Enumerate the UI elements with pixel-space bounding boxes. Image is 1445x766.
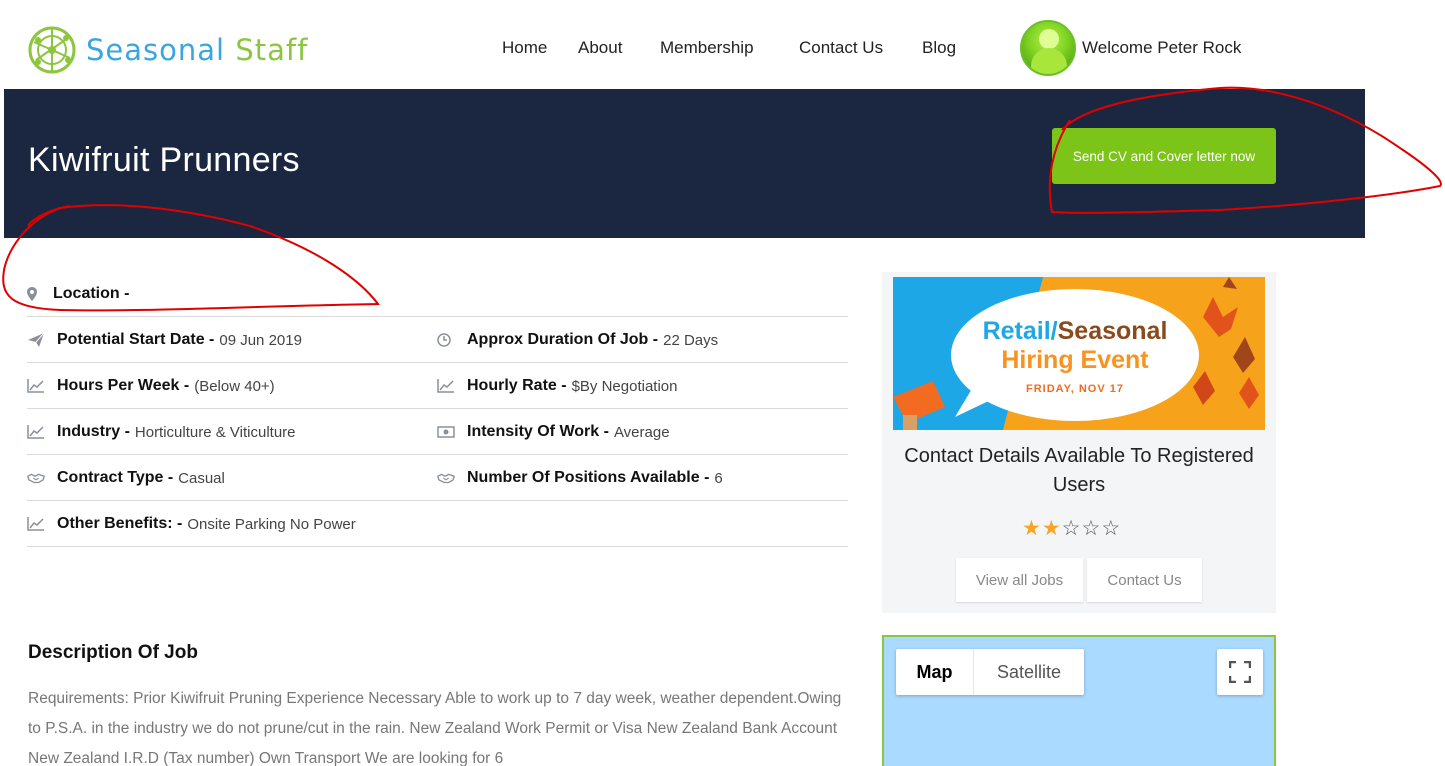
contact-details-title: Contact Details Available To Registered … (904, 445, 1254, 496)
map-type-control: Map Satellite (896, 649, 1084, 695)
contract-type-value: Casual (178, 469, 225, 487)
nav-about[interactable]: About (578, 38, 622, 58)
other-benefits-value: Onsite Parking No Power (187, 515, 356, 533)
location-map[interactable]: Map Satellite (882, 635, 1276, 766)
clock-icon (437, 333, 451, 347)
promo-banner[interactable]: Retail/Seasonal Hiring Event FRIDAY, NOV… (893, 277, 1265, 430)
star-empty-icon: ☆ (1081, 517, 1101, 540)
user-menu[interactable]: Welcome Peter Rock (1020, 20, 1241, 76)
map-view-button[interactable]: Map (896, 649, 974, 695)
paper-plane-icon (28, 333, 45, 347)
location-label: Location - (53, 284, 130, 302)
site-header: Seasonal Staff Home About Membership Con… (0, 0, 1445, 89)
industry-label: Industry - (57, 423, 130, 440)
location-row: Location - (27, 271, 848, 317)
hours-label: Hours Per Week - (57, 377, 190, 394)
view-all-jobs-button[interactable]: View all Jobs (956, 558, 1083, 602)
line-chart-icon (27, 425, 44, 439)
logo-text: Seasonal Staff (86, 33, 308, 67)
star-empty-icon: ☆ (1101, 517, 1121, 540)
job-title: Kiwifruit Prunners (28, 141, 300, 179)
description-text: Requirements: Prior Kiwifruit Pruning Ex… (28, 690, 842, 766)
nav-blog[interactable]: Blog (922, 38, 956, 58)
detail-row: Hours Per Week - (Below 40+) Hourly Rate… (27, 363, 848, 409)
avatar[interactable] (1020, 20, 1076, 76)
industry-value: Horticulture & Viticulture (134, 423, 296, 441)
detail-row: Other Benefits: - Onsite Parking No Powe… (27, 501, 848, 547)
contract-type-label: Contract Type - (57, 469, 174, 486)
line-chart-icon (437, 379, 454, 393)
detail-row: Potential Start Date - 09 Jun 2019 Appro… (27, 317, 848, 363)
promo-text-retail: Retail/ (982, 317, 1058, 345)
map-pin-icon (27, 286, 37, 301)
contact-card: Retail/Seasonal Hiring Event FRIDAY, NOV… (882, 272, 1276, 613)
send-cv-button[interactable]: Send CV and Cover letter now (1052, 128, 1276, 184)
handshake-icon (27, 473, 45, 484)
detail-row: Contract Type - Casual Number Of Positio… (27, 455, 848, 501)
site-logo[interactable]: Seasonal Staff (26, 24, 308, 76)
promo-text-hiring: Hiring Event (1001, 346, 1149, 374)
positions-value: 6 (714, 469, 723, 487)
line-chart-icon (27, 517, 44, 531)
hourly-rate-label: Hourly Rate - (467, 377, 567, 394)
intensity-value: Average (613, 423, 670, 441)
detail-row: Industry - Horticulture & Viticulture In… (27, 409, 848, 455)
handshake-icon (437, 473, 455, 484)
logo-text-staff: Staff (235, 33, 309, 67)
promo-heading: Retail/Seasonal Hiring Event (955, 317, 1195, 375)
welcome-text[interactable]: Welcome Peter Rock (1082, 38, 1241, 58)
start-date-label: Potential Start Date - (57, 331, 215, 348)
star-empty-icon: ☆ (1061, 517, 1081, 540)
contact-us-button[interactable]: Contact Us (1087, 558, 1202, 602)
nav-membership[interactable]: Membership (660, 38, 754, 58)
job-banner: Kiwifruit Prunners Send CV and Cover let… (4, 89, 1365, 238)
money-icon (437, 426, 455, 438)
rating-stars: ★ ★ ☆ ☆ ☆ (1022, 518, 1120, 540)
duration-value: 22 Days (663, 331, 719, 349)
fullscreen-button[interactable] (1217, 649, 1263, 695)
promo-date: FRIDAY, NOV 17 (1026, 383, 1124, 395)
promo-text-seasonal: Seasonal (1057, 317, 1168, 345)
other-benefits-label: Other Benefits: - (57, 515, 183, 532)
logo-globe-icon (28, 26, 76, 74)
intensity-label: Intensity Of Work - (467, 423, 609, 440)
duration-label: Approx Duration Of Job - (467, 331, 659, 348)
line-chart-icon (27, 379, 44, 393)
start-date-value: 09 Jun 2019 (219, 331, 302, 349)
description-title: Description Of Job (28, 642, 198, 663)
nav-contact-us[interactable]: Contact Us (799, 38, 883, 58)
star-filled-icon: ★ (1041, 517, 1061, 540)
star-filled-icon: ★ (1022, 517, 1041, 540)
hours-value: (Below 40+) (194, 377, 275, 395)
hourly-rate-value: $By Negotiation (571, 377, 678, 395)
positions-label: Number Of Positions Available - (467, 469, 710, 486)
satellite-view-button[interactable]: Satellite (974, 649, 1084, 695)
fullscreen-icon (1229, 661, 1251, 683)
nav-home[interactable]: Home (502, 38, 547, 58)
logo-text-seasonal: Seasonal (86, 33, 226, 67)
